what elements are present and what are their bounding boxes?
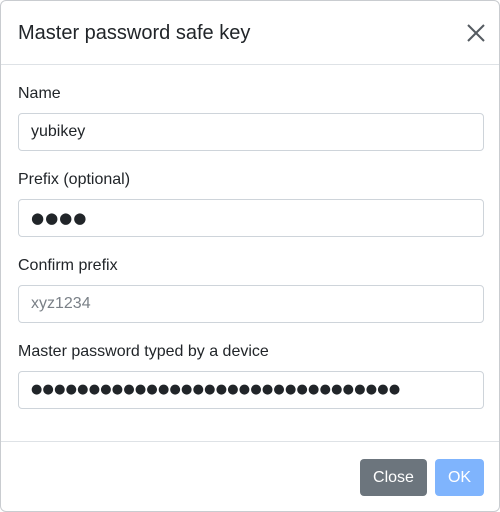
ok-button[interactable]: OK — [435, 459, 484, 496]
name-input[interactable] — [31, 114, 471, 150]
name-field-box — [18, 113, 484, 151]
confirm-prefix-input[interactable] — [31, 286, 471, 322]
master-password-input[interactable]: ●●●●●●●●●●●●●●●●●●●●●●●●●●●●●●●● — [18, 371, 484, 409]
master-password-safe-key-dialog: Master password safe key Name Prefix (op… — [0, 0, 500, 512]
master-password-label: Master password typed by a device — [18, 343, 269, 360]
close-icon[interactable] — [463, 20, 489, 46]
prefix-label: Prefix (optional) — [18, 171, 131, 188]
dialog-footer: Close OK — [1, 441, 499, 511]
confirm-prefix-field-box — [18, 285, 484, 323]
dialog-header: Master password safe key — [1, 1, 499, 65]
master-password-masked-value: ●●●●●●●●●●●●●●●●●●●●●●●●●●●●●●●● — [31, 382, 401, 397]
prefix-masked-value: ●●●● — [31, 209, 88, 227]
dialog-title: Master password safe key — [18, 22, 251, 44]
confirm-prefix-label: Confirm prefix — [18, 257, 118, 274]
prefix-input[interactable]: ●●●● — [18, 199, 484, 237]
name-label: Name — [18, 85, 61, 102]
close-button[interactable]: Close — [360, 459, 427, 496]
